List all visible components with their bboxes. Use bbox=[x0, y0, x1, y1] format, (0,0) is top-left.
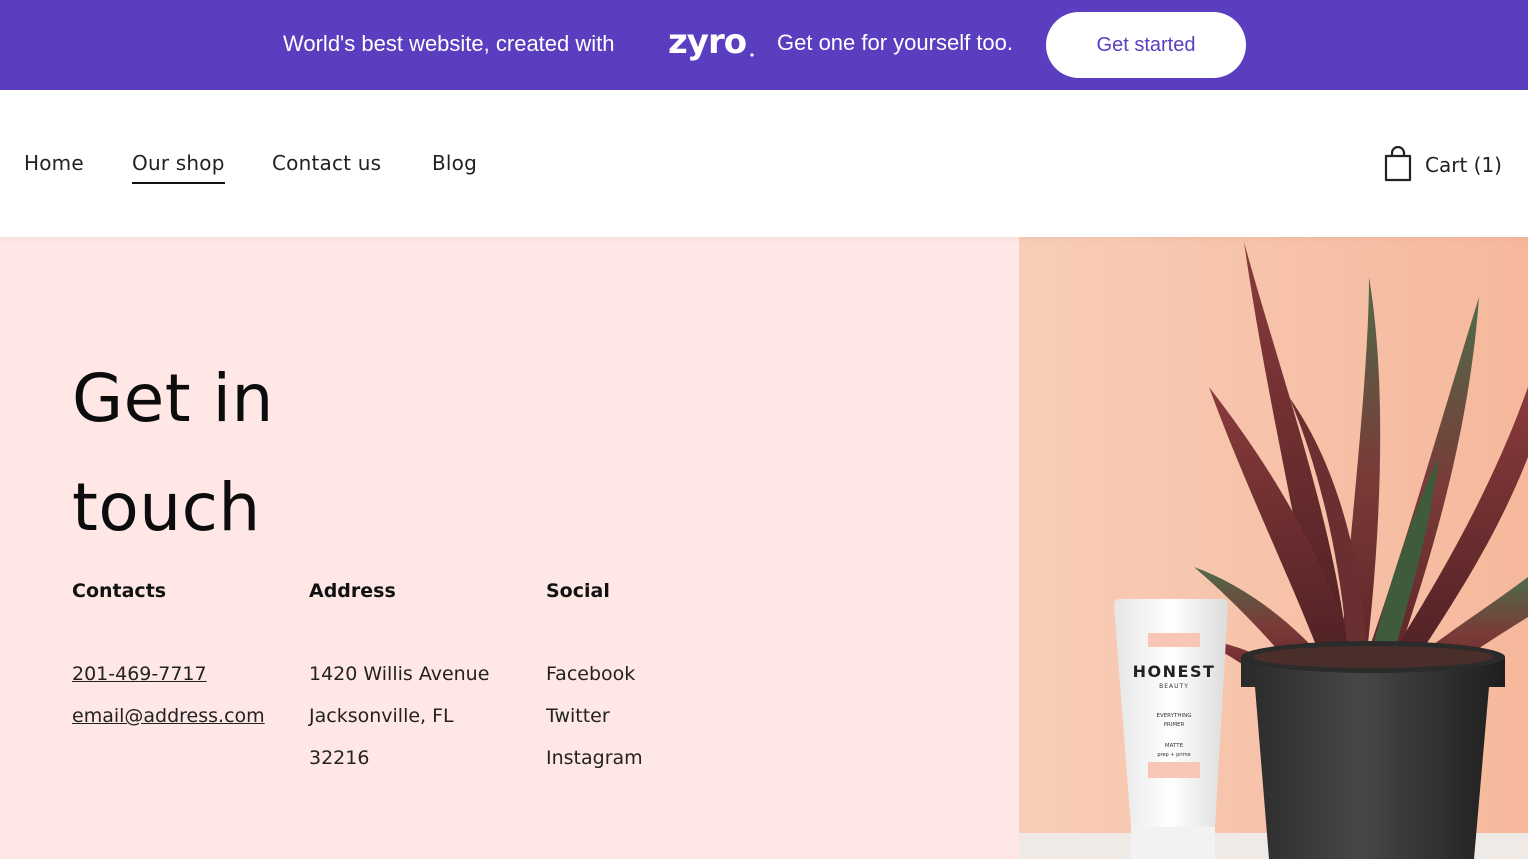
social-instagram-link[interactable]: Instagram bbox=[546, 747, 643, 769]
svg-text:EVERYTHING: EVERYTHING bbox=[1156, 713, 1191, 719]
contacts-heading: Contacts bbox=[72, 580, 167, 602]
social-facebook-link[interactable]: Facebook bbox=[546, 663, 635, 685]
cart-button[interactable]: Cart (1) bbox=[1383, 146, 1502, 183]
svg-text:zyro: zyro bbox=[668, 22, 746, 62]
svg-text:HONEST: HONEST bbox=[1133, 662, 1216, 681]
title-line-1: Get in bbox=[72, 360, 274, 437]
social-heading: Social bbox=[546, 580, 610, 602]
promo-cta-text: Get one for yourself too. bbox=[777, 30, 1014, 55]
hero-image: HONEST BEAUTY EVERYTHING PRIMER MATTE pr… bbox=[1019, 237, 1528, 859]
address-line-3: 32216 bbox=[309, 747, 370, 769]
nav-contact-us[interactable]: Contact us bbox=[272, 151, 381, 175]
social-twitter-link[interactable]: Twitter bbox=[546, 705, 610, 727]
honest-beauty-tube: HONEST BEAUTY EVERYTHING PRIMER MATTE pr… bbox=[1114, 599, 1228, 859]
email-link[interactable]: email@address.com bbox=[72, 705, 265, 727]
promo-banner: World's best website, created with zyro … bbox=[0, 0, 1528, 90]
plant-product-illustration: HONEST BEAUTY EVERYTHING PRIMER MATTE pr… bbox=[1019, 237, 1528, 859]
address-line-1: 1420 Willis Avenue bbox=[309, 663, 490, 685]
page-title: Get in touch bbox=[72, 344, 472, 562]
promo-text: World's best website, created with bbox=[283, 31, 615, 56]
phone-link[interactable]: 201-469-7717 bbox=[72, 663, 207, 685]
site-header: Home Our shop Contact us Blog Cart (1) bbox=[0, 90, 1528, 237]
plant-pot bbox=[1241, 641, 1505, 859]
zyro-logo[interactable]: zyro bbox=[666, 22, 756, 68]
title-line-2: touch bbox=[72, 469, 261, 546]
svg-text:prep + prime: prep + prime bbox=[1157, 752, 1190, 758]
address-heading: Address bbox=[309, 580, 396, 602]
contact-section: Get in touch Contacts 201-469-7717 email… bbox=[0, 237, 1019, 859]
nav-blog[interactable]: Blog bbox=[432, 151, 477, 175]
svg-text:MATTE: MATTE bbox=[1165, 743, 1184, 749]
email-link-wrapper: email@address.com bbox=[72, 705, 274, 727]
cart-label: Cart (1) bbox=[1425, 152, 1502, 177]
svg-text:PRIMER: PRIMER bbox=[1164, 722, 1185, 728]
address-line-2: Jacksonville, FL bbox=[309, 705, 454, 727]
nav-our-shop[interactable]: Our shop bbox=[132, 151, 225, 184]
svg-text:BEAUTY: BEAUTY bbox=[1159, 683, 1189, 690]
shopping-bag-icon bbox=[1384, 146, 1412, 182]
get-started-button[interactable]: Get started bbox=[1046, 12, 1246, 78]
nav-home[interactable]: Home bbox=[24, 151, 84, 175]
